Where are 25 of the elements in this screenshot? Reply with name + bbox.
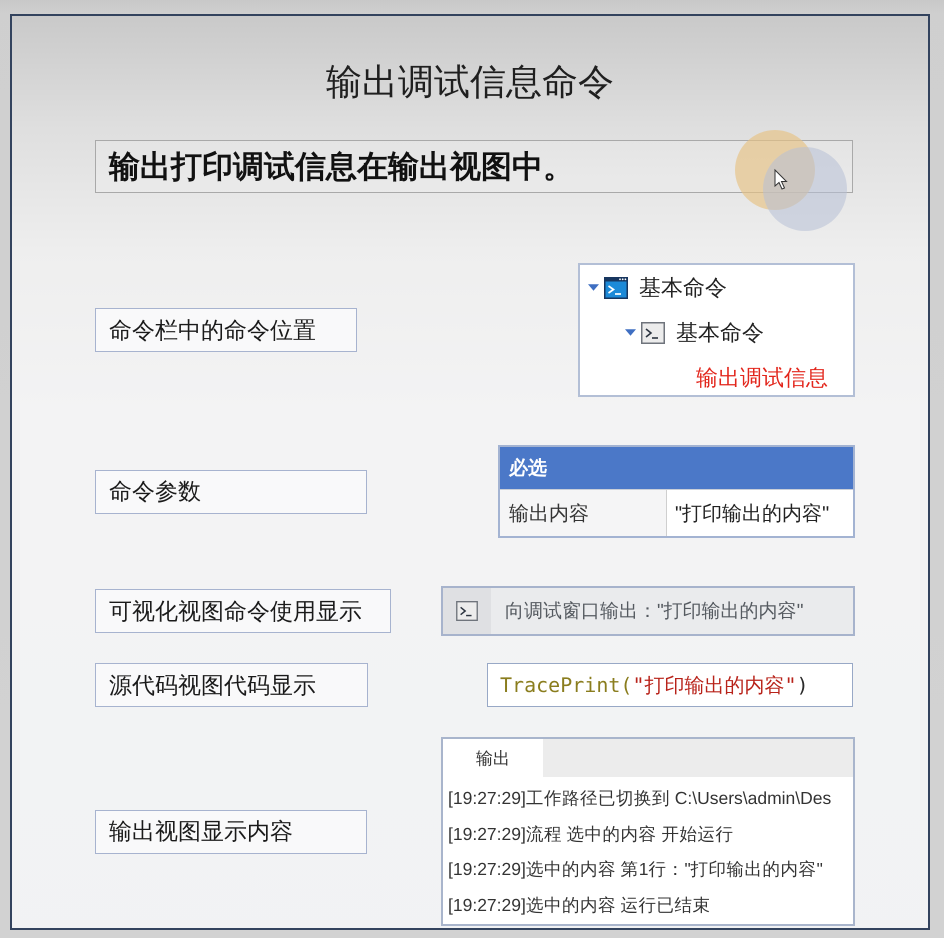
tree-item[interactable]: 基本命令 bbox=[586, 265, 853, 310]
cursor-highlight-icon bbox=[733, 128, 850, 233]
summary-banner: 输出打印调试信息在输出视图中。 bbox=[95, 140, 853, 193]
section-label: 输出视图显示内容 bbox=[95, 810, 367, 854]
section-label: 可视化视图命令使用显示 bbox=[95, 589, 391, 633]
caret-down-icon[interactable] bbox=[588, 284, 598, 291]
output-line: [19:27:29]选中的内容 运行已结束 bbox=[448, 894, 712, 917]
section-label: 命令栏中的命令位置 bbox=[95, 308, 357, 352]
output-line: [19:27:29]流程 选中的内容 开始运行 bbox=[448, 822, 735, 846]
section-label: 源代码视图代码显示 bbox=[95, 663, 368, 707]
output-line: [19:27:29]选中的内容 第1行："打印输出的内容" bbox=[448, 858, 824, 881]
caret-down-icon[interactable] bbox=[624, 329, 636, 336]
terminal-icon bbox=[456, 601, 478, 621]
output-tab[interactable]: 输出 bbox=[443, 739, 543, 777]
command-text: 向调试窗口输出："打印输出的内容" bbox=[505, 600, 804, 624]
property-name-cell: 输出内容 bbox=[500, 490, 667, 536]
tree-item[interactable]: 输出调试信息 bbox=[660, 355, 853, 400]
section-label: 命令参数 bbox=[95, 470, 367, 514]
slide-title: 输出调试信息命令 bbox=[325, 60, 615, 104]
terminal-icon bbox=[641, 322, 665, 344]
output-line: [19:27:29]工作路径已切换到 C:\Users\admin\Des bbox=[448, 787, 832, 810]
tree-item[interactable]: 基本命令 bbox=[623, 310, 853, 355]
property-value-cell-text: "打印输出的内容" bbox=[674, 502, 830, 526]
terminal-window-icon bbox=[604, 276, 628, 298]
property-group-header: 必选 bbox=[500, 447, 853, 489]
